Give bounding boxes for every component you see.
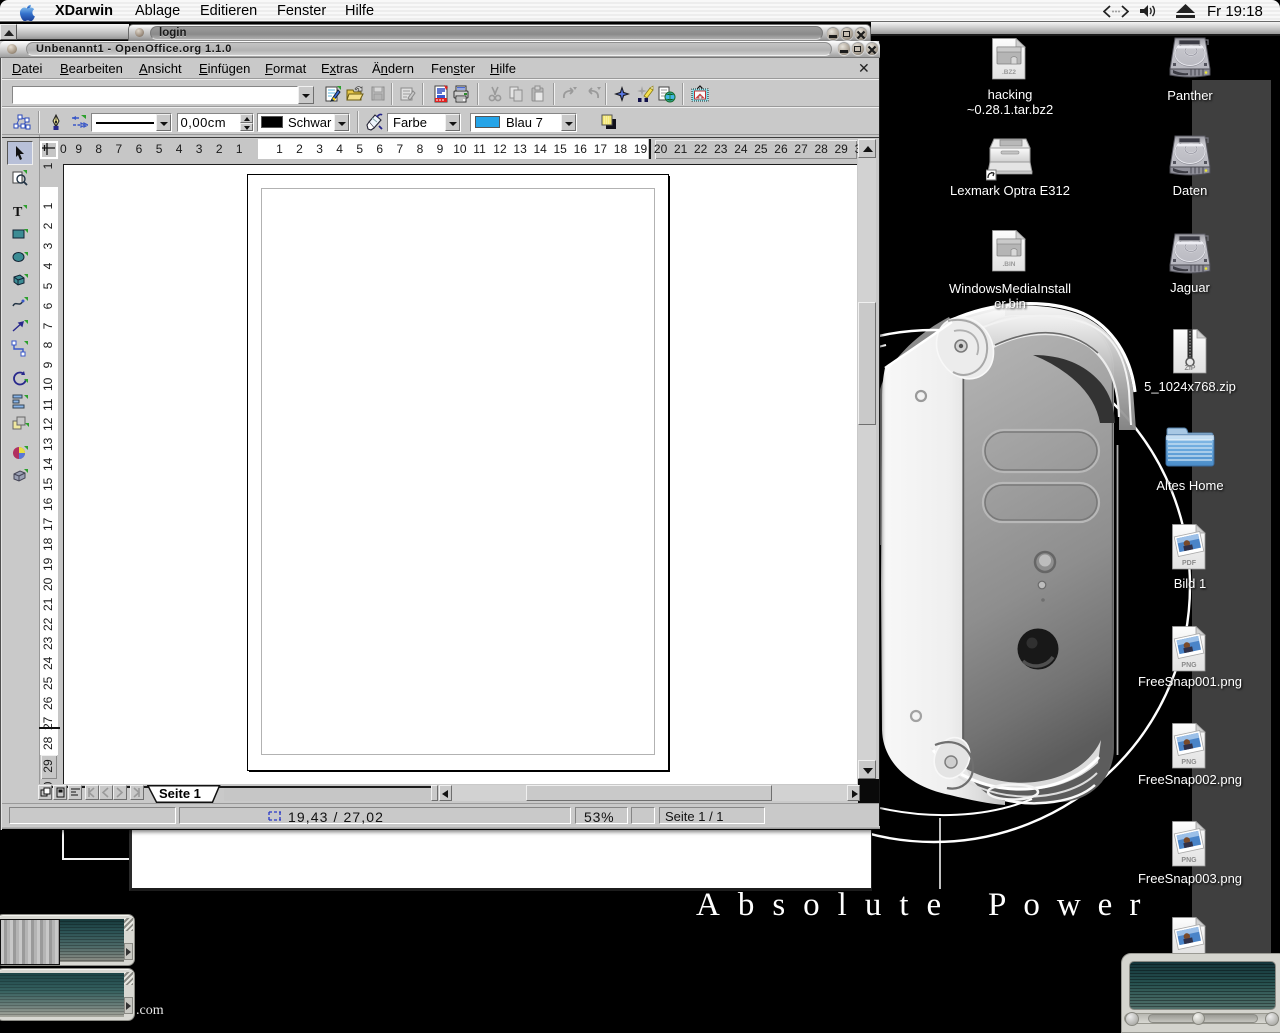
svg-text:.BZ2: .BZ2 <box>1002 69 1016 76</box>
svg-text:T: T <box>13 205 23 220</box>
svg-text:PNG: PNG <box>1181 662 1197 669</box>
svg-text:PNG: PNG <box>1181 857 1197 864</box>
svg-text:.BIN: .BIN <box>1003 261 1016 268</box>
svg-text:PNG: PNG <box>1181 759 1197 766</box>
svg-text:ZIP: ZIP <box>1185 365 1196 372</box>
svg-text:PDF: PDF <box>1182 560 1197 567</box>
